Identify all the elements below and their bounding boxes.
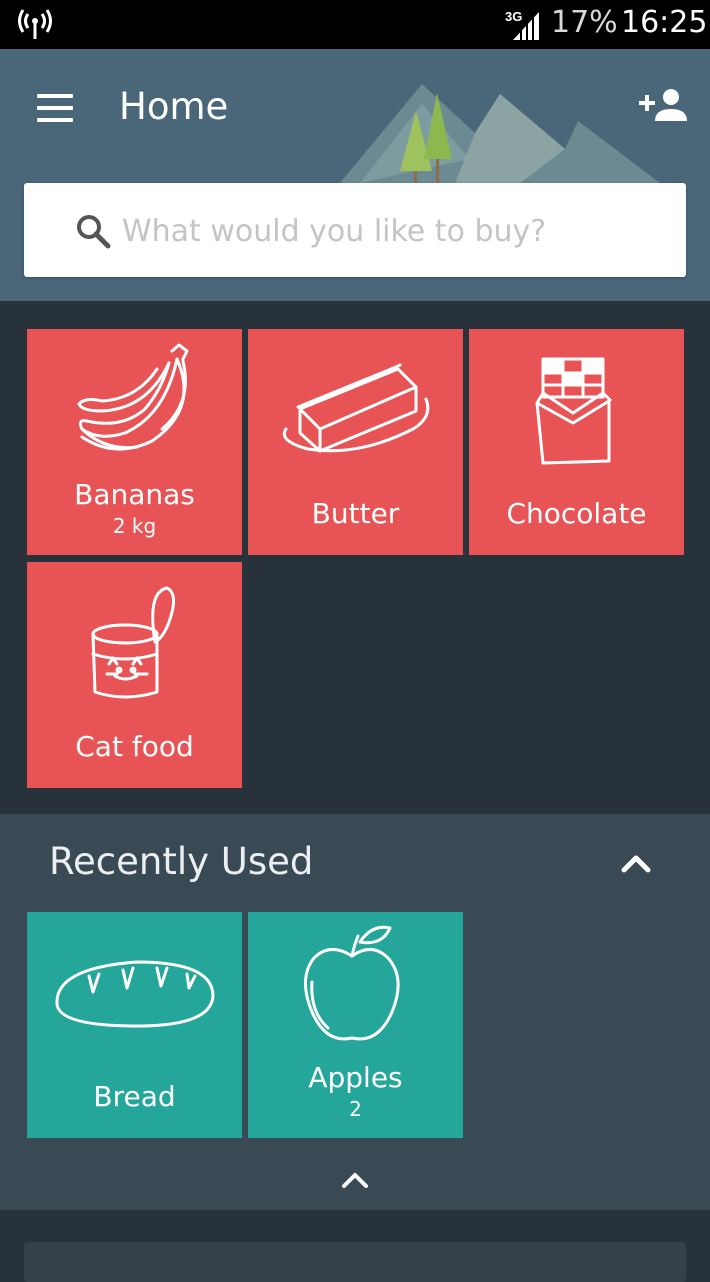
app-header: Home [0, 49, 710, 301]
search-icon [77, 215, 111, 249]
item-tile-chocolate[interactable]: Chocolate [469, 329, 684, 555]
chocolate-icon [535, 357, 613, 465]
recent-tile-bread[interactable]: Bread [27, 912, 242, 1138]
battery-level: 17% [551, 5, 618, 40]
recent-tile-apples[interactable]: Apples 2 [248, 912, 463, 1138]
network-type: 3G [505, 9, 522, 24]
search-bar[interactable] [24, 183, 686, 277]
cell-signal-icon: 3G [505, 9, 539, 40]
butter-icon [282, 363, 430, 453]
section-title: Recently Used [49, 840, 314, 883]
apple-icon [304, 925, 400, 1041]
recently-used-section: Recently Used Bread Apples 2 [0, 814, 710, 1210]
item-name: Apples [308, 1061, 403, 1094]
cat-food-can-icon [91, 586, 175, 699]
status-bar: 3G 17% 16:25 [0, 0, 710, 49]
item-name: Bread [93, 1080, 176, 1113]
item-tile-butter[interactable]: Butter [248, 329, 463, 555]
item-quantity: 2 kg [112, 514, 157, 538]
broadcast-icon [18, 9, 52, 39]
item-name: Cat food [75, 730, 194, 763]
item-tile-cat-food[interactable]: Cat food [27, 562, 242, 788]
item-tile-bananas[interactable]: Bananas 2 kg [27, 329, 242, 555]
item-name: Chocolate [506, 497, 647, 530]
item-name: Butter [311, 497, 400, 530]
page-title: Home [119, 85, 229, 128]
item-quantity: 2 [349, 1097, 362, 1121]
bread-icon [55, 960, 215, 1028]
search-input[interactable] [120, 205, 664, 257]
clock: 16:25 [621, 5, 708, 40]
chevron-up-icon[interactable] [620, 852, 652, 874]
item-name: Bananas [74, 478, 195, 511]
bottom-card [24, 1242, 686, 1282]
chevron-up-icon[interactable] [340, 1170, 370, 1190]
banana-icon [77, 343, 189, 451]
hamburger-menu-icon[interactable] [37, 94, 73, 124]
add-person-icon[interactable] [639, 87, 687, 123]
